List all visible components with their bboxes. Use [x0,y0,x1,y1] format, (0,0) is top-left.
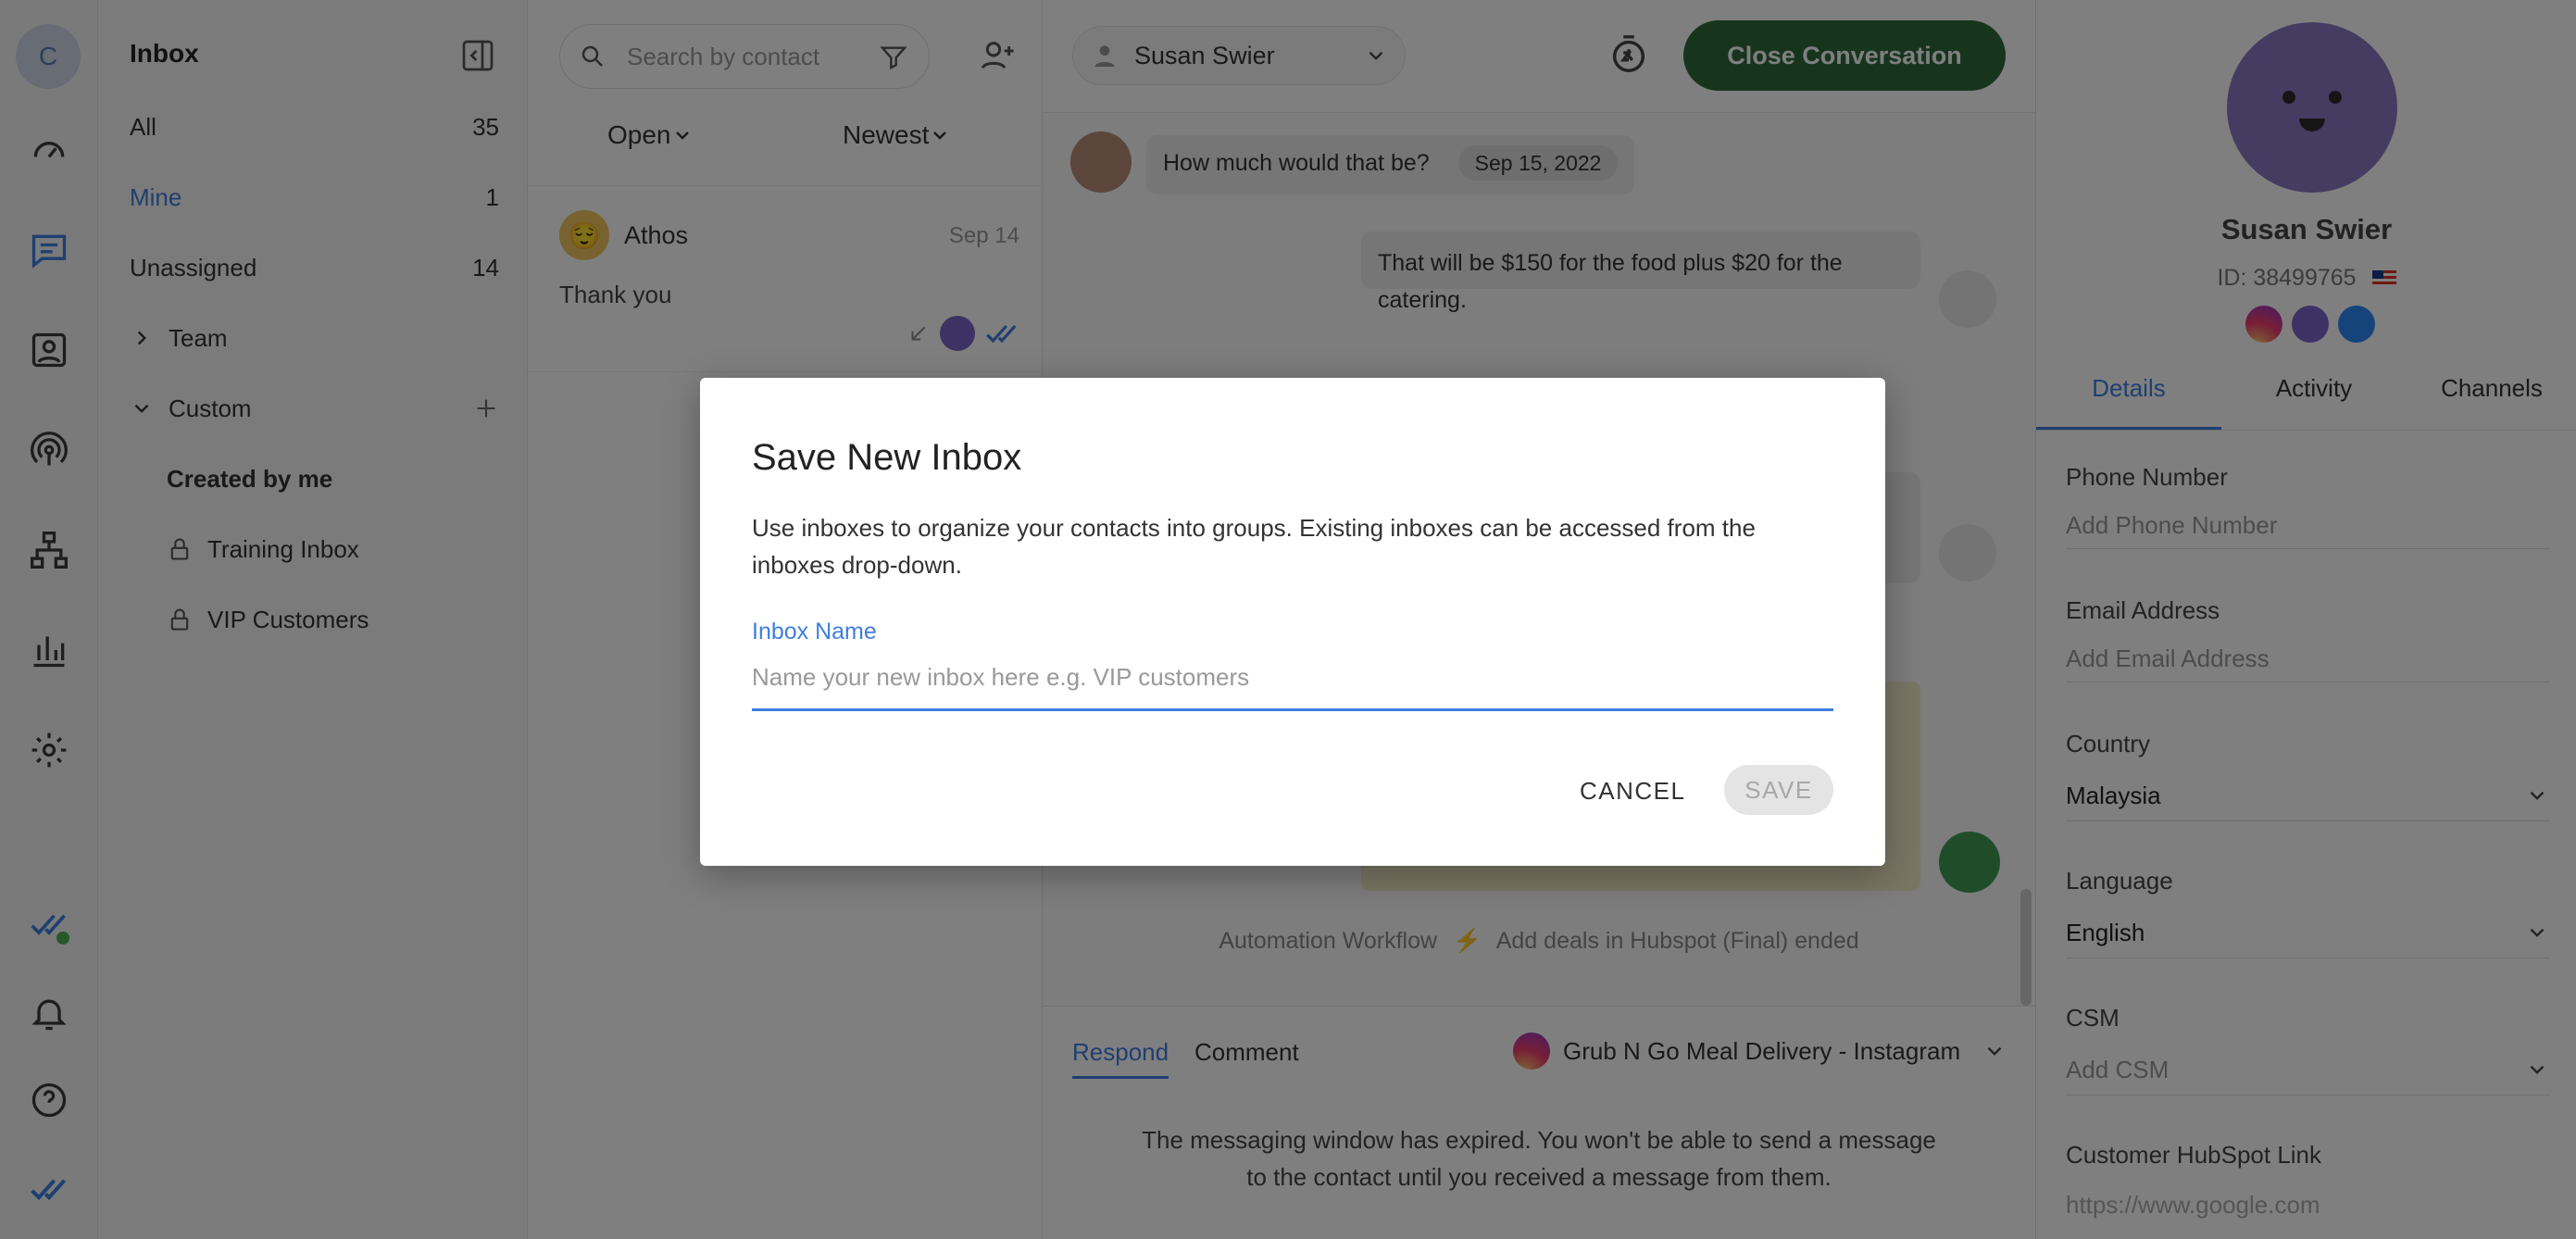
dialog-description: Use inboxes to organize your contacts in… [752,514,1756,579]
dialog-title: Save New Inbox [752,437,1022,478]
inbox-name-input[interactable]: Name your new inbox here e.g. VIP custom… [752,663,1833,711]
save-inbox-dialog: Save New Inbox Use inboxes to organize y… [700,378,1885,866]
inbox-name-label: Inbox Name [752,619,877,645]
save-button[interactable]: SAVE [1724,765,1833,815]
cancel-button[interactable]: CANCEL [1580,767,1685,815]
